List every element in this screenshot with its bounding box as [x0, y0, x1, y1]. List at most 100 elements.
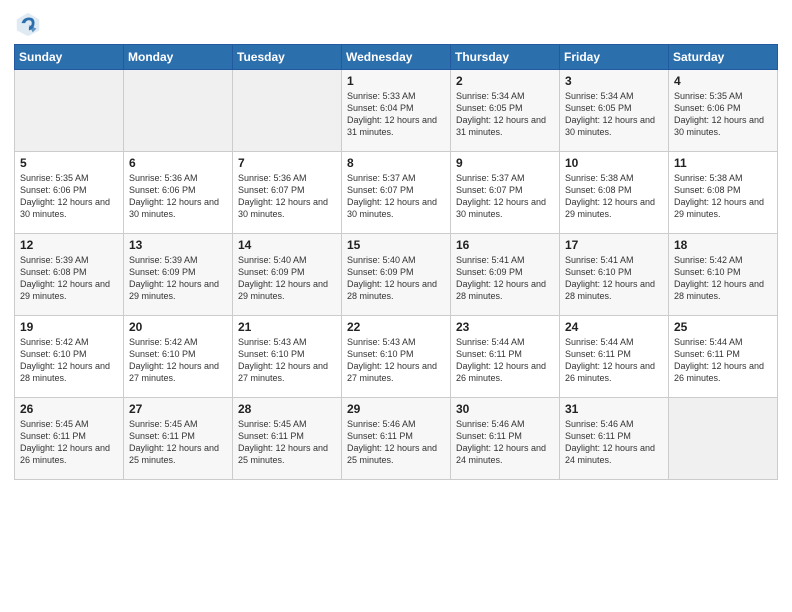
day-number: 19 — [20, 320, 118, 334]
logo-icon — [14, 10, 42, 38]
day-number: 7 — [238, 156, 336, 170]
calendar-cell: 21Sunrise: 5:43 AM Sunset: 6:10 PM Dayli… — [233, 316, 342, 398]
day-info: Sunrise: 5:39 AM Sunset: 6:09 PM Dayligh… — [129, 254, 227, 303]
weekday-header-friday: Friday — [560, 45, 669, 70]
day-number: 4 — [674, 74, 772, 88]
day-info: Sunrise: 5:44 AM Sunset: 6:11 PM Dayligh… — [565, 336, 663, 385]
day-number: 28 — [238, 402, 336, 416]
day-info: Sunrise: 5:44 AM Sunset: 6:11 PM Dayligh… — [456, 336, 554, 385]
day-number: 14 — [238, 238, 336, 252]
calendar-cell: 24 Sunrise: 5:44 AM Sunset: 6:11 PM Dayli… — [560, 316, 669, 398]
calendar-cell: 3 Sunrise: 5:34 AM Sunset: 6:05 PM Daylig… — [560, 70, 669, 152]
calendar-cell: 1 Sunrise: 5:33 AM Sunset: 6:04 PM Daylig… — [342, 70, 451, 152]
day-number: 30 — [456, 402, 554, 416]
calendar-cell: 22 Sunrise: 5:43 AM Sunset: 6:10 PM Dayli… — [342, 316, 451, 398]
day-number: 12 — [20, 238, 118, 252]
day-info: Sunrise: 5:42 AM Sunset: 6:10 PM Dayligh… — [20, 336, 118, 385]
day-number: 18 — [674, 238, 772, 252]
calendar-cell — [233, 70, 342, 152]
weekday-header-thursday: Thursday — [451, 45, 560, 70]
calendar-cell: 23Sunrise: 5:44 AM Sunset: 6:11 PM Dayli… — [451, 316, 560, 398]
weekday-header-tuesday: Tuesday — [233, 45, 342, 70]
page: SundayMondayTuesdayWednesdayThursdayFrid… — [0, 0, 792, 612]
day-info: Sunrise: 5:35 AM Sunset: 6:06 PM Dayligh… — [674, 90, 772, 139]
day-info: Sunrise: 5:43 AM Sunset: 6:10 PM Dayligh… — [347, 336, 445, 385]
day-number: 25 — [674, 320, 772, 334]
calendar-cell: 7 Sunrise: 5:36 AM Sunset: 6:07 PM Daylig… — [233, 152, 342, 234]
calendar-cell: 13Sunrise: 5:39 AM Sunset: 6:09 PM Dayli… — [124, 234, 233, 316]
weekday-header-saturday: Saturday — [669, 45, 778, 70]
weekday-header-row: SundayMondayTuesdayWednesdayThursdayFrid… — [15, 45, 778, 70]
day-info: Sunrise: 5:34 AM Sunset: 6:05 PM Dayligh… — [565, 90, 663, 139]
day-number: 17 — [565, 238, 663, 252]
day-number: 9 — [456, 156, 554, 170]
calendar-cell — [124, 70, 233, 152]
day-info: Sunrise: 5:42 AM Sunset: 6:10 PM Dayligh… — [129, 336, 227, 385]
calendar-week-3: 12 Sunrise: 5:39 AM Sunset: 6:08 PM Dayli… — [15, 234, 778, 316]
day-info: Sunrise: 5:37 AM Sunset: 6:07 PM Dayligh… — [456, 172, 554, 221]
day-info: Sunrise: 5:40 AM Sunset: 6:09 PM Dayligh… — [347, 254, 445, 303]
day-number: 26 — [20, 402, 118, 416]
day-info: Sunrise: 5:45 AM Sunset: 6:11 PM Dayligh… — [20, 418, 118, 467]
day-number: 6 — [129, 156, 227, 170]
logo — [14, 10, 46, 38]
calendar-cell — [669, 398, 778, 480]
calendar-table: SundayMondayTuesdayWednesdayThursdayFrid… — [14, 44, 778, 480]
weekday-header-wednesday: Wednesday — [342, 45, 451, 70]
day-info: Sunrise: 5:34 AM Sunset: 6:05 PM Dayligh… — [456, 90, 554, 139]
calendar-cell: 25Sunrise: 5:44 AM Sunset: 6:11 PM Dayli… — [669, 316, 778, 398]
day-info: Sunrise: 5:38 AM Sunset: 6:08 PM Dayligh… — [674, 172, 772, 221]
day-number: 27 — [129, 402, 227, 416]
day-info: Sunrise: 5:42 AM Sunset: 6:10 PM Dayligh… — [674, 254, 772, 303]
weekday-header-sunday: Sunday — [15, 45, 124, 70]
calendar-cell: 31 Sunrise: 5:46 AM Sunset: 6:11 PM Dayli… — [560, 398, 669, 480]
day-number: 31 — [565, 402, 663, 416]
calendar-cell: 28Sunrise: 5:45 AM Sunset: 6:11 PM Dayli… — [233, 398, 342, 480]
calendar-cell: 16 Sunrise: 5:41 AM Sunset: 6:09 PM Dayli… — [451, 234, 560, 316]
day-info: Sunrise: 5:40 AM Sunset: 6:09 PM Dayligh… — [238, 254, 336, 303]
calendar-cell: 19 Sunrise: 5:42 AM Sunset: 6:10 PM Dayli… — [15, 316, 124, 398]
day-number: 24 — [565, 320, 663, 334]
day-number: 2 — [456, 74, 554, 88]
day-info: Sunrise: 5:36 AM Sunset: 6:06 PM Dayligh… — [129, 172, 227, 221]
calendar-week-2: 5 Sunrise: 5:35 AM Sunset: 6:06 PM Daylig… — [15, 152, 778, 234]
day-info: Sunrise: 5:41 AM Sunset: 6:09 PM Dayligh… — [456, 254, 554, 303]
day-number: 11 — [674, 156, 772, 170]
day-info: Sunrise: 5:46 AM Sunset: 6:11 PM Dayligh… — [565, 418, 663, 467]
calendar-cell: 5 Sunrise: 5:35 AM Sunset: 6:06 PM Daylig… — [15, 152, 124, 234]
day-info: Sunrise: 5:36 AM Sunset: 6:07 PM Dayligh… — [238, 172, 336, 221]
calendar-week-5: 26 Sunrise: 5:45 AM Sunset: 6:11 PM Dayli… — [15, 398, 778, 480]
calendar-cell: 17 Sunrise: 5:41 AM Sunset: 6:10 PM Dayli… — [560, 234, 669, 316]
calendar-cell: 26 Sunrise: 5:45 AM Sunset: 6:11 PM Dayli… — [15, 398, 124, 480]
day-info: Sunrise: 5:37 AM Sunset: 6:07 PM Dayligh… — [347, 172, 445, 221]
day-number: 3 — [565, 74, 663, 88]
calendar-cell: 11 Sunrise: 5:38 AM Sunset: 6:08 PM Dayli… — [669, 152, 778, 234]
day-info: Sunrise: 5:39 AM Sunset: 6:08 PM Dayligh… — [20, 254, 118, 303]
day-number: 21 — [238, 320, 336, 334]
day-info: Sunrise: 5:41 AM Sunset: 6:10 PM Dayligh… — [565, 254, 663, 303]
calendar-cell: 9 Sunrise: 5:37 AM Sunset: 6:07 PM Daylig… — [451, 152, 560, 234]
day-number: 10 — [565, 156, 663, 170]
day-number: 16 — [456, 238, 554, 252]
calendar-week-4: 19 Sunrise: 5:42 AM Sunset: 6:10 PM Dayli… — [15, 316, 778, 398]
calendar-week-1: 1 Sunrise: 5:33 AM Sunset: 6:04 PM Daylig… — [15, 70, 778, 152]
day-info: Sunrise: 5:33 AM Sunset: 6:04 PM Dayligh… — [347, 90, 445, 139]
day-number: 22 — [347, 320, 445, 334]
calendar-cell: 8Sunrise: 5:37 AM Sunset: 6:07 PM Daylig… — [342, 152, 451, 234]
day-number: 15 — [347, 238, 445, 252]
day-number: 29 — [347, 402, 445, 416]
day-number: 5 — [20, 156, 118, 170]
day-info: Sunrise: 5:46 AM Sunset: 6:11 PM Dayligh… — [347, 418, 445, 467]
calendar-cell — [15, 70, 124, 152]
calendar-cell: 2 Sunrise: 5:34 AM Sunset: 6:05 PM Daylig… — [451, 70, 560, 152]
calendar-cell: 27 Sunrise: 5:45 AM Sunset: 6:11 PM Dayli… — [124, 398, 233, 480]
day-info: Sunrise: 5:35 AM Sunset: 6:06 PM Dayligh… — [20, 172, 118, 221]
header — [14, 10, 778, 38]
calendar-cell: 6 Sunrise: 5:36 AM Sunset: 6:06 PM Daylig… — [124, 152, 233, 234]
calendar-cell: 12 Sunrise: 5:39 AM Sunset: 6:08 PM Dayli… — [15, 234, 124, 316]
day-info: Sunrise: 5:38 AM Sunset: 6:08 PM Dayligh… — [565, 172, 663, 221]
day-number: 1 — [347, 74, 445, 88]
day-info: Sunrise: 5:45 AM Sunset: 6:11 PM Dayligh… — [129, 418, 227, 467]
calendar-cell: 14 Sunrise: 5:40 AM Sunset: 6:09 PM Dayli… — [233, 234, 342, 316]
calendar-cell: 30Sunrise: 5:46 AM Sunset: 6:11 PM Dayli… — [451, 398, 560, 480]
